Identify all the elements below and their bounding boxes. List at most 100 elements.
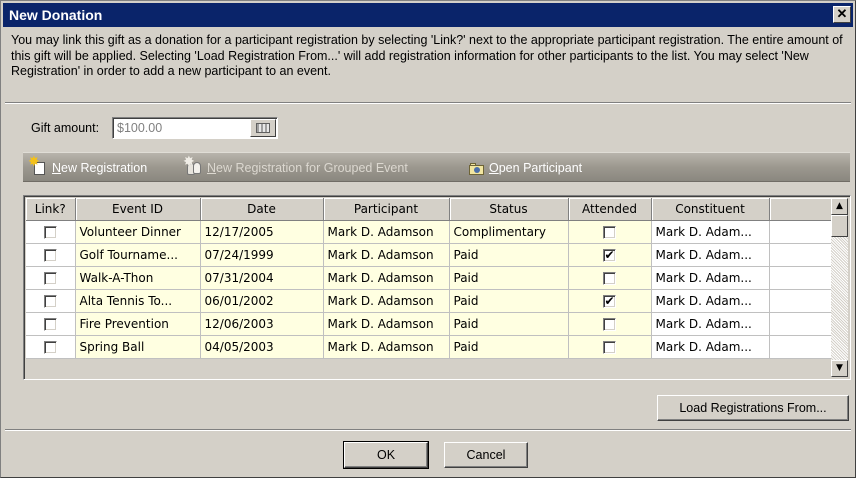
status-cell[interactable]: Paid	[449, 266, 569, 290]
event-id-cell[interactable]: Walk-A-Thon	[75, 266, 201, 290]
scroll-up-icon: ▲	[836, 201, 843, 211]
separator-top	[5, 102, 851, 104]
open-participant-label: Open Participant	[489, 161, 583, 175]
calculator-icon	[256, 123, 270, 133]
status-cell[interactable]: Paid	[449, 289, 569, 313]
link-cell[interactable]	[26, 335, 76, 359]
attended-cell[interactable]	[568, 335, 652, 359]
ok-label: OK	[376, 448, 396, 462]
event-id-cell[interactable]: Volunteer Dinner	[75, 220, 201, 244]
column-header-blank	[769, 198, 832, 221]
event-id-cell[interactable]: Spring Ball	[75, 335, 201, 359]
ok-button[interactable]: OK	[343, 441, 429, 469]
table-row[interactable]: Alta Tennis To... 06/01/2002 Mark D. Adams…	[26, 289, 832, 313]
table-row[interactable]: Volunteer Dinner 12/17/2005 Mark D. Adamso…	[26, 220, 832, 244]
gift-amount-field: $100.00	[112, 117, 278, 139]
attended-checkbox[interactable]: ✔	[603, 248, 616, 262]
table-row[interactable]: Spring Ball 04/05/2003 Mark D. Adamson Paid…	[26, 335, 832, 359]
blank-cell	[769, 220, 832, 244]
scroll-thumb[interactable]	[831, 215, 848, 237]
participant-cell[interactable]: Mark D. Adamson	[323, 243, 450, 267]
cancel-label: Cancel	[466, 448, 506, 462]
attended-checkbox[interactable]: ✔	[603, 294, 616, 308]
column-header-event-id[interactable]: Event ID	[75, 198, 201, 221]
table-row[interactable]: Walk-A-Thon 07/31/2004 Mark D. Adamson Paid…	[26, 266, 832, 290]
link-cell[interactable]	[26, 266, 76, 290]
link-checkbox[interactable]	[43, 340, 57, 354]
gift-amount-label: Gift amount:	[31, 121, 100, 135]
constituent-cell[interactable]: Mark D. Adam...	[651, 289, 770, 313]
date-cell[interactable]: 04/05/2003	[200, 335, 324, 359]
calculator-button[interactable]	[250, 119, 276, 137]
blank-cell	[769, 335, 832, 359]
date-cell[interactable]: 12/17/2005	[200, 220, 324, 244]
link-cell[interactable]	[26, 289, 76, 313]
new-registration-button[interactable]: ✸ New Registration	[28, 154, 147, 177]
blank-cell	[769, 289, 832, 313]
column-header-attended[interactable]: Attended	[568, 198, 652, 221]
attended-cell[interactable]	[568, 220, 652, 244]
attended-checkbox[interactable]	[603, 225, 616, 239]
folder-person-icon	[468, 160, 484, 176]
link-cell[interactable]	[26, 220, 76, 244]
scroll-down-button[interactable]: ▼	[831, 360, 848, 377]
column-header-status[interactable]: Status	[449, 198, 569, 221]
constituent-cell[interactable]: Mark D. Adam...	[651, 266, 770, 290]
event-id-cell[interactable]: Fire Prevention	[75, 312, 201, 336]
link-cell[interactable]	[26, 312, 76, 336]
status-cell[interactable]: Paid	[449, 335, 569, 359]
link-cell[interactable]	[26, 243, 76, 267]
title-bar[interactable]: New Donation ✕	[3, 3, 853, 27]
attended-checkbox[interactable]	[603, 317, 616, 331]
attended-cell[interactable]: ✔	[568, 289, 652, 313]
blank-cell	[769, 312, 832, 336]
scroll-up-button[interactable]: ▲	[831, 198, 848, 215]
blank-cell	[769, 266, 832, 290]
constituent-cell[interactable]: Mark D. Adam...	[651, 312, 770, 336]
participant-cell[interactable]: Mark D. Adamson	[323, 220, 450, 244]
participant-cell[interactable]: Mark D. Adamson	[323, 266, 450, 290]
participant-cell[interactable]: Mark D. Adamson	[323, 312, 450, 336]
date-cell[interactable]: 12/06/2003	[200, 312, 324, 336]
date-cell[interactable]: 07/24/1999	[200, 243, 324, 267]
attended-checkbox[interactable]	[603, 271, 616, 285]
load-registrations-button[interactable]: Load Registrations From...	[657, 395, 849, 421]
link-checkbox[interactable]	[43, 294, 57, 308]
dialog-title: New Donation	[9, 7, 103, 23]
status-cell[interactable]: Complimentary	[449, 220, 569, 244]
attended-cell[interactable]	[568, 266, 652, 290]
close-icon: ✕	[836, 6, 848, 21]
event-id-cell[interactable]: Golf Tourname...	[75, 243, 201, 267]
status-cell[interactable]: Paid	[449, 312, 569, 336]
cancel-button[interactable]: Cancel	[444, 442, 528, 468]
participant-cell[interactable]: Mark D. Adamson	[323, 335, 450, 359]
column-header-date[interactable]: Date	[200, 198, 324, 221]
scroll-down-icon: ▼	[836, 363, 843, 373]
new-donation-dialog: New Donation ✕ You may link this gift as…	[0, 0, 856, 478]
column-header-link[interactable]: Link?	[26, 198, 76, 221]
event-id-cell[interactable]: Alta Tennis To...	[75, 289, 201, 313]
table-row[interactable]: Fire Prevention 12/06/2003 Mark D. Adamson…	[26, 312, 832, 336]
column-header-constituent[interactable]: Constituent	[651, 198, 770, 221]
link-checkbox[interactable]	[43, 225, 57, 239]
status-cell[interactable]: Paid	[449, 243, 569, 267]
load-registrations-label: Load Registrations From...	[679, 401, 827, 415]
attended-cell[interactable]	[568, 312, 652, 336]
constituent-cell[interactable]: Mark D. Adam...	[651, 335, 770, 359]
grid-vertical-scrollbar[interactable]: ▲ ▼	[831, 198, 848, 377]
link-checkbox[interactable]	[43, 317, 57, 331]
link-checkbox[interactable]	[43, 271, 57, 285]
participant-cell[interactable]: Mark D. Adamson	[323, 289, 450, 313]
date-cell[interactable]: 06/01/2002	[200, 289, 324, 313]
constituent-cell[interactable]: Mark D. Adam...	[651, 220, 770, 244]
link-checkbox[interactable]	[43, 248, 57, 262]
constituent-cell[interactable]: Mark D. Adam...	[651, 243, 770, 267]
close-button[interactable]: ✕	[833, 6, 851, 23]
column-header-participant[interactable]: Participant	[323, 198, 450, 221]
new-registration-grouped-button[interactable]: ✸ New Registration for Grouped Event	[183, 154, 408, 177]
table-row[interactable]: Golf Tourname... 07/24/1999 Mark D. Adamso…	[26, 243, 832, 267]
attended-cell[interactable]: ✔	[568, 243, 652, 267]
attended-checkbox[interactable]	[603, 340, 616, 354]
open-participant-button[interactable]: Open Participant	[468, 159, 582, 177]
date-cell[interactable]: 07/31/2004	[200, 266, 324, 290]
